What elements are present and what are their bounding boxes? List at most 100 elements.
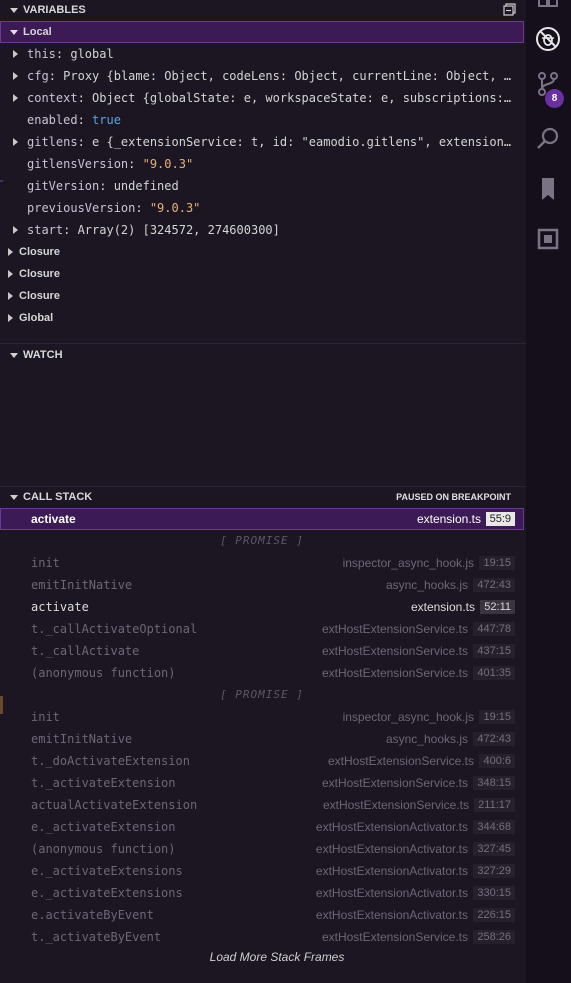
frame-file: extHostExtensionService.ts (321, 644, 468, 658)
stack-frame[interactable]: (anonymous function) 401:35 extHostExtensi… (0, 662, 524, 684)
separator: : (55, 47, 71, 61)
search-icon[interactable] (533, 124, 563, 154)
collapse-all-icon[interactable] (503, 3, 516, 19)
divider (0, 343, 526, 344)
separator: : (77, 135, 93, 149)
debug-icon[interactable] (533, 24, 563, 54)
frame-position: 19:15 (479, 556, 515, 570)
stack-frame[interactable]: t._activateByEvent 258:26 extHostExtension… (0, 926, 524, 948)
expand-chevron-icon (0, 270, 19, 278)
bookmark-icon[interactable] (533, 174, 563, 204)
variables-title: VARIABLES (23, 4, 86, 16)
stack-frame[interactable]: t._doActivateExtension 400:6 extHostExtens… (0, 750, 524, 772)
scope-row[interactable]: Closure (0, 263, 524, 285)
variable-row[interactable]: start: Array(2) [324572, 274600300] (0, 219, 524, 241)
stack-frame[interactable]: t._callActivate 437:15 extHostExtensionSer… (0, 640, 524, 662)
frame-file: inspector_async_hook.js (342, 710, 474, 724)
frame-file: async_hooks.js (385, 578, 468, 592)
variable-value: true (92, 113, 121, 127)
variable-name: gitlensVersion (27, 157, 129, 171)
variable-row[interactable]: gitlensVersion: "9.0.3" (0, 153, 524, 175)
frame-function: emitInitNative (31, 578, 133, 592)
variable-row[interactable]: enabled: true (0, 109, 524, 131)
frame-file: extHostExtensionService.ts (321, 666, 468, 680)
variable-value: "9.0.3" (142, 157, 194, 171)
expand-chevron-icon (1, 29, 18, 35)
frame-position: 472:43 (473, 578, 515, 592)
separator: : (48, 69, 64, 83)
variable-row[interactable]: this: global (0, 43, 524, 65)
variable-value: undefined (113, 179, 179, 193)
separator: : (128, 157, 143, 171)
scope-local[interactable]: Local (0, 21, 524, 43)
stack-frame[interactable]: t._callActivateOptional 447:78 extHostExte… (0, 618, 524, 640)
scroll-marker (0, 696, 3, 714)
stack-frame[interactable]: activate 52:11 extension.ts (0, 596, 524, 618)
variable-name: previousVersion (27, 201, 136, 215)
stack-frame[interactable]: t._activateExtension 348:15 extHostExtensi… (0, 772, 524, 794)
frame-position: 400:6 (479, 754, 515, 768)
separator: : (77, 113, 93, 127)
frame-file: extHostExtensionActivator.ts (315, 820, 468, 834)
frame-function: t._activateExtension (31, 776, 176, 790)
frame-function: t._doActivateExtension (31, 754, 190, 768)
collapse-chevron-icon (9, 493, 18, 502)
variable-row[interactable]: cfg: Proxy {blame: Object, codeLens: Obj… (0, 65, 524, 87)
collapse-chevron-icon (9, 351, 18, 360)
stack-frame[interactable]: init 19:15 inspector_async_hook.js (0, 706, 524, 728)
frame-function: e._activateExtensions (31, 864, 183, 878)
frame-position: 226:15 (473, 908, 515, 922)
scope-label: Local (23, 26, 52, 38)
variable-value: Array(2) [324572, 274600300] (77, 223, 280, 237)
frame-function: t._activateByEvent (31, 930, 162, 944)
stack-frame[interactable]: e._activateExtensions 327:29 extHostExtens… (0, 860, 524, 882)
frame-function: actualActivateExtension (31, 798, 198, 812)
remote-icon[interactable] (533, 224, 563, 254)
watch-header[interactable]: WATCH (0, 345, 526, 365)
frame-file: inspector_async_hook.js (342, 556, 474, 570)
scope-row[interactable]: Global (0, 307, 524, 329)
frame-file: extHostExtensionActivator.ts (315, 908, 468, 922)
variable-name: cfg (27, 69, 49, 83)
collapse-chevron-icon (9, 6, 18, 15)
separator: : (63, 223, 78, 237)
load-more-stack-frames[interactable]: Load More Stack Frames (0, 950, 554, 964)
stack-frame[interactable]: (anonymous function) 327:45 extHostExtensi… (0, 838, 524, 860)
scope-row[interactable]: Closure (0, 285, 524, 307)
variable-name: this (27, 47, 56, 61)
frame-function: e._activateExtensions (31, 886, 183, 900)
watch-title: WATCH (23, 349, 63, 361)
stack-frame[interactable]: actualActivateExtension 211:17 extHostExte… (0, 794, 524, 816)
expand-chevron-icon (0, 292, 19, 300)
stack-frame[interactable]: emitInitNative 472:43 async_hooks.js (0, 728, 524, 750)
frame-position: 401:35 (473, 666, 515, 680)
frame-function: (anonymous function) (31, 666, 176, 680)
stack-frame[interactable]: emitInitNative 472:43 async_hooks.js (0, 574, 524, 596)
variable-row[interactable]: previousVersion: "9.0.3" (0, 197, 524, 219)
variable-name: start (27, 223, 64, 237)
stack-frame[interactable]: e._activateExtension 344:68 extHostExtensi… (0, 816, 524, 838)
expand-chevron-icon (0, 248, 19, 256)
variable-row[interactable]: context: Object {globalState: e, workspa… (0, 87, 524, 109)
variable-value: e {_extensionService: t, id: "eamodio.gi… (92, 135, 512, 149)
extensions-icon[interactable] (533, 0, 563, 22)
stack-frame[interactable]: activate 55:9 extension.ts (0, 508, 524, 530)
scope-row[interactable]: Closure (0, 241, 524, 263)
callstack-header[interactable]: CALL STACK PAUSED ON BREAKPOINT (0, 487, 526, 507)
frame-function: (anonymous function) (31, 842, 176, 856)
stack-frame[interactable]: init 19:15 inspector_async_hook.js (0, 552, 524, 574)
scroll-marker (0, 180, 3, 182)
frame-function: t._callActivateOptional (31, 622, 198, 636)
variable-row[interactable]: gitlens: e {_extensionService: t, id: "e… (0, 131, 524, 153)
variable-name: gitVersion (27, 179, 100, 193)
variables-header[interactable]: VARIABLES (0, 0, 526, 20)
scope-label: Closure (19, 268, 60, 280)
expand-chevron-icon (0, 50, 27, 58)
promise-separator: [ PROMISE ] (220, 534, 304, 547)
stack-frame[interactable]: e._activateExtensions 330:15 extHostExtens… (0, 882, 524, 904)
frame-function: t._callActivate (31, 644, 140, 658)
frame-position: 55:9 (485, 512, 515, 526)
variable-row[interactable]: gitVersion: undefined (0, 175, 524, 197)
frame-file: extHostExtensionService.ts (321, 776, 468, 790)
stack-frame[interactable]: e.activateByEvent 226:15 extHostExtensionA… (0, 904, 524, 926)
